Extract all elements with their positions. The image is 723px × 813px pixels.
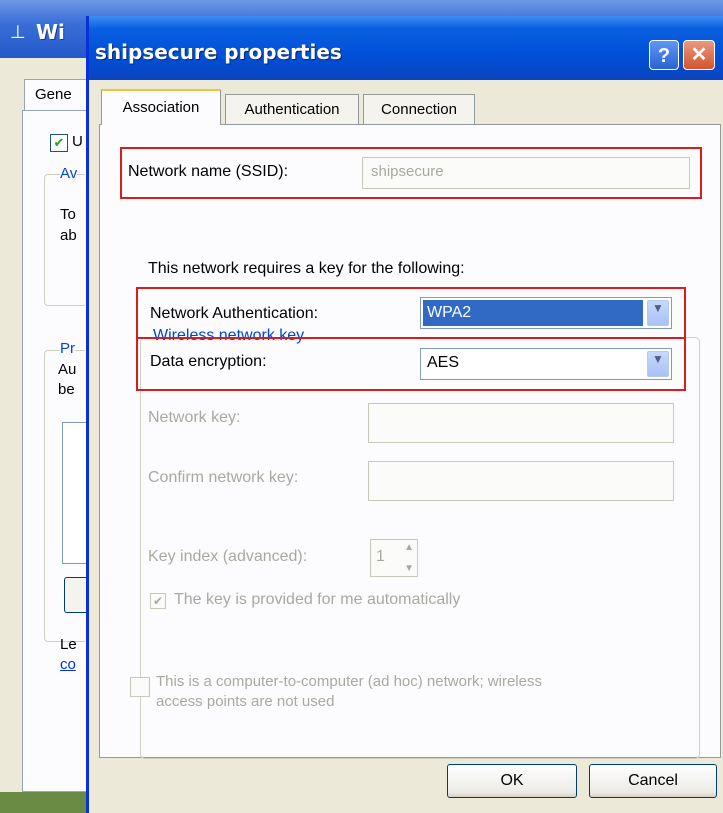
background-group-1-line-2: ab [60,227,77,244]
data-encryption-select[interactable]: AES ▼ [420,348,672,380]
background-group-2-title: Pr [60,340,75,357]
key-index-value: 1 [376,548,385,565]
confirm-key-field[interactable] [368,461,674,501]
spinner-up-icon[interactable]: ▲ [404,542,414,553]
chevron-down-icon[interactable]: ▼ [647,351,669,377]
association-panel: Network name (SSID): shipsecure Wireless… [99,124,721,759]
auto-key-checkbox[interactable]: ✔ [150,593,166,609]
network-auth-select[interactable]: WPA2 ▼ [420,297,672,329]
chevron-down-icon[interactable]: ▼ [647,300,669,326]
background-footer-link[interactable]: co [60,656,76,673]
tab-connection[interactable]: Connection [363,94,475,124]
background-group-1-line-1: To [60,206,76,223]
adhoc-label-line-2: access points are not used [156,693,335,710]
ssid-label: Network name (SSID): [128,163,289,180]
network-icon: ⊥ [10,22,26,42]
requires-key-text: This network requires a key for the foll… [148,260,465,277]
adhoc-checkbox[interactable] [130,677,150,697]
key-index-label: Key index (advanced): [148,548,308,565]
background-footer-strip [0,792,90,813]
tab-authentication[interactable]: Authentication [225,94,359,124]
close-button[interactable]: ✕ [683,40,715,70]
confirm-key-label: Confirm network key: [148,469,299,486]
background-footer-text: Le [60,636,77,653]
help-button[interactable]: ? [649,40,679,70]
background-window-title: Wi [36,20,65,44]
background-group-2-line-1: Au [58,361,77,378]
cancel-button[interactable]: Cancel [589,764,717,798]
background-group-1-title: Av [60,165,78,182]
background-checkbox[interactable]: ✔ [50,134,68,152]
dialog-title-bar[interactable]: shipsecure properties ? ✕ [89,16,723,80]
ok-button[interactable]: OK [447,764,577,798]
ssid-field[interactable]: shipsecure [362,157,690,189]
dialog-title: shipsecure properties [95,40,342,64]
network-auth-value: WPA2 [423,300,643,326]
data-encryption-value: AES [427,354,460,371]
spinner-down-icon[interactable]: ▼ [404,563,414,574]
adhoc-label-line-1: This is a computer-to-computer (ad hoc) … [156,673,542,690]
key-index-spinner[interactable]: 1 ▲ ▼ [370,539,418,577]
background-tab-general[interactable]: Gene [24,79,88,111]
network-key-label: Network key: [148,409,241,426]
background-group-2-line-2: be [58,381,75,398]
network-key-field[interactable] [368,403,674,443]
tab-association[interactable]: Association [101,89,221,125]
auto-key-label: The key is provided for me automatically [174,591,461,608]
network-auth-label: Network Authentication: [150,305,319,322]
background-checkbox-label: U [72,133,83,150]
properties-dialog: shipsecure properties ? ✕ Association Au… [86,16,723,813]
ssid-value: shipsecure [371,163,444,180]
data-encryption-label: Data encryption: [150,353,267,370]
